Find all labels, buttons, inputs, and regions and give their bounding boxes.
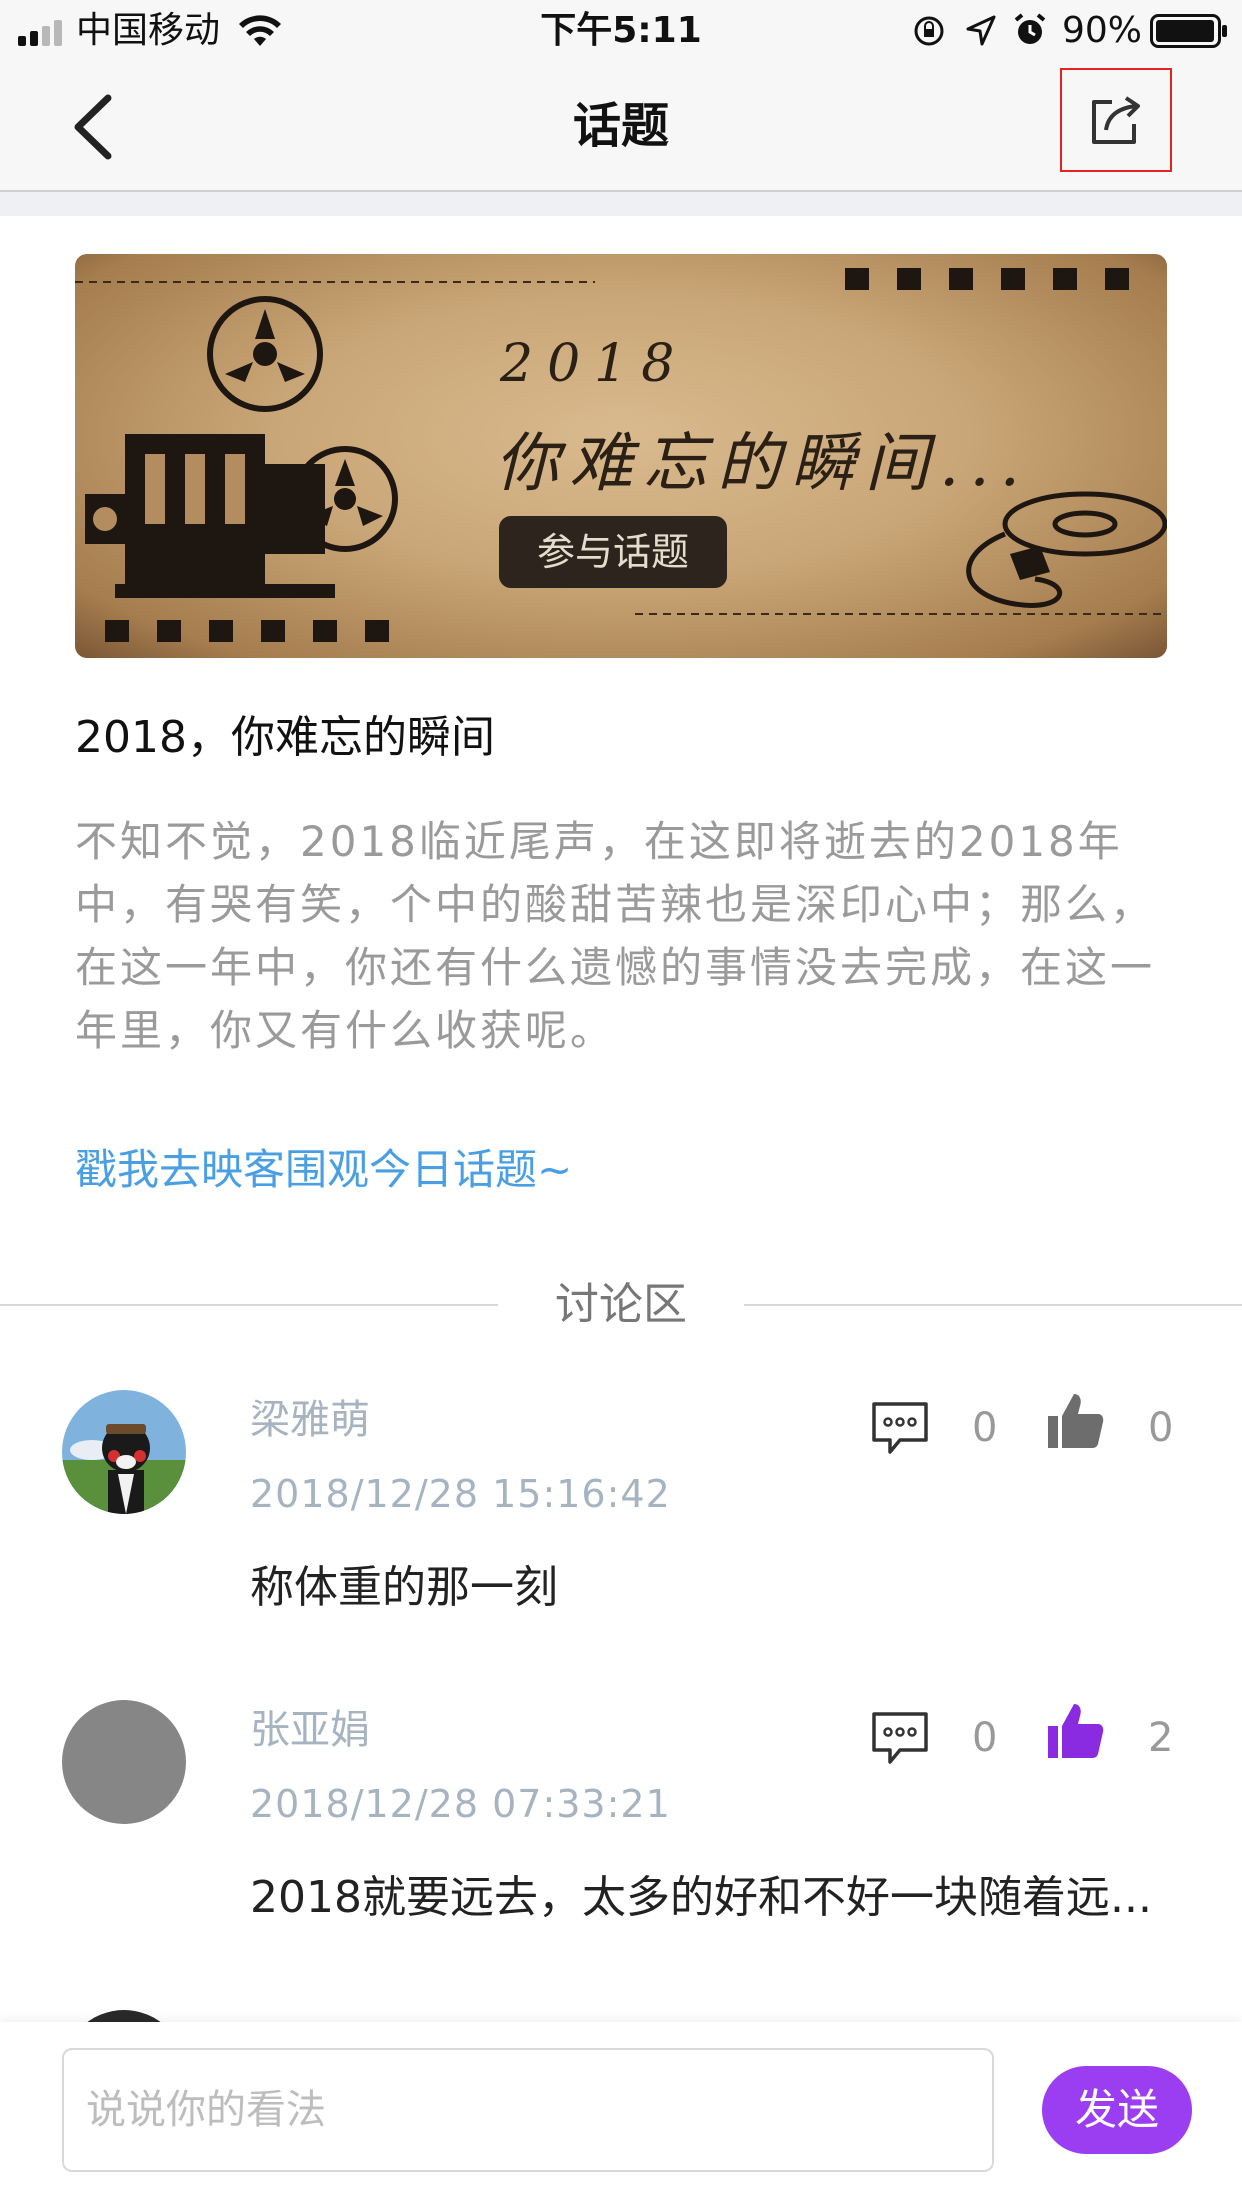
banner-year: 2018 [500,334,689,394]
bear-avatar-image [62,1390,186,1514]
like-count: 0 [1148,1405,1174,1451]
comment-author[interactable]: 梁雅萌 [250,1394,370,1446]
banner-headline: 你难忘的瞬间... [495,427,1031,501]
reply-count: 0 [972,1715,998,1761]
comment-reply-icon[interactable] [870,1710,930,1766]
avatar[interactable] [62,1390,186,1514]
comment-timestamp: 2018/12/28 07:33:21 [250,1782,671,1826]
comment-text[interactable]: 2018就要远去，太多的好和不好一块随着远... [250,1868,1180,1928]
battery-icon [1150,14,1227,48]
avatar[interactable] [62,1700,186,1824]
topic-description: 不知不觉，2018临近尾声，在这即将逝去的2018年中，有哭有笑，个中的酸甜苦辣… [75,817,1156,1055]
like-count: 2 [1148,1715,1174,1761]
join-topic-button[interactable]: 参与话题 [499,516,727,588]
comment-reply-icon[interactable] [870,1400,930,1456]
alarm-icon [1014,13,1046,44]
comment-composer: 发送 [0,2022,1242,2208]
send-button[interactable]: 发送 [1042,2066,1192,2154]
reply-count: 0 [972,1405,998,1451]
comment-item: 张亚娟 2018/12/28 07:33:21 2018就要远去，太多的好和不好… [0,1700,1242,2000]
comment-input[interactable] [62,2048,994,2172]
comment-item: 梁雅萌 2018/12/28 15:16:42 称体重的那一刻 0 0 [0,1390,1242,1690]
share-button[interactable] [1060,68,1172,172]
comment-timestamp: 2018/12/28 15:16:42 [250,1472,671,1516]
page-title: 话题 [572,98,669,154]
nav-bar: 话题 [0,62,1242,192]
topic-title: 2018，你难忘的瞬间 [75,712,495,763]
rotation-lock-icon [914,16,944,46]
section-separator [0,192,1242,216]
battery-percent: 90% [1062,10,1143,51]
status-bar: 中国移动 下午5:11 90% [0,0,1242,62]
comment-text[interactable]: 称体重的那一刻 [250,1558,1180,1618]
share-icon [1092,96,1140,144]
thumbs-up-icon[interactable] [1044,1390,1106,1452]
topic-link[interactable]: 戳我去映客围观今日话题~ [75,1140,572,1200]
location-icon [966,15,996,46]
divider-right [744,1304,1242,1306]
comment-author[interactable]: 张亚娟 [250,1704,370,1756]
thumbs-up-icon-liked[interactable] [1044,1700,1106,1762]
topic-banner[interactable]: 2018 你难忘的瞬间... 参与话题 [75,254,1167,658]
status-time: 下午5:11 [540,10,702,51]
